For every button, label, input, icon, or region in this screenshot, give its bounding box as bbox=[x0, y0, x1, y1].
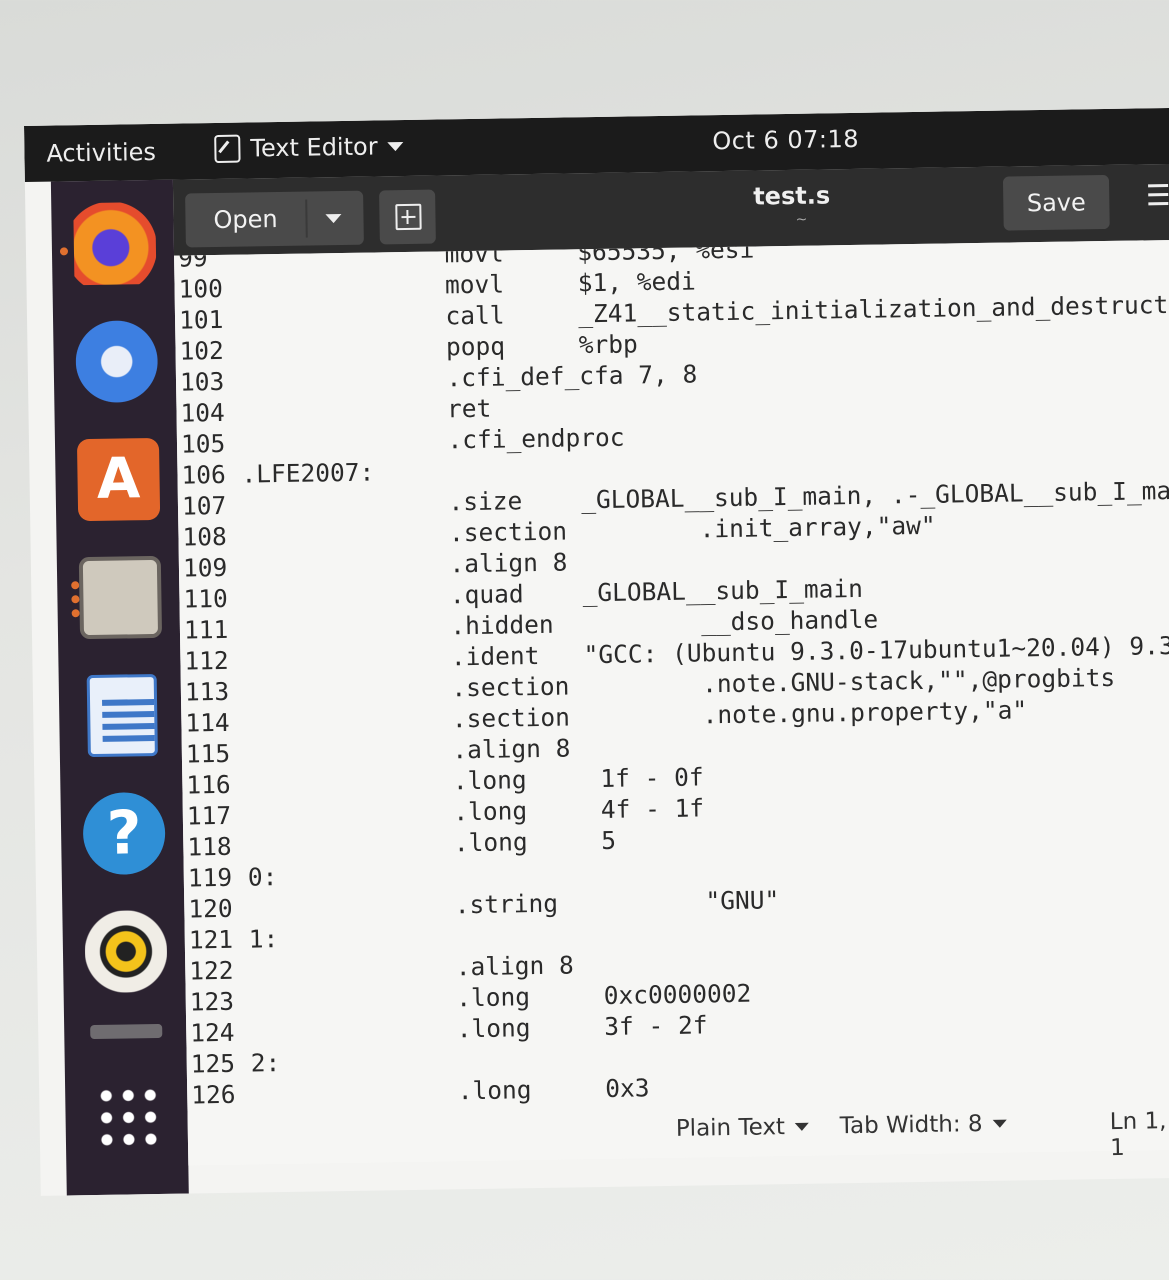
running-indicator bbox=[71, 581, 80, 590]
screen: Activities Text Editor Oct 6 07:18 A ? O… bbox=[24, 107, 1169, 1196]
software-icon[interactable]: A bbox=[76, 437, 161, 522]
line-number: 116 bbox=[186, 769, 231, 800]
code-text: .long 5 bbox=[247, 825, 617, 861]
activities-button[interactable]: Activities bbox=[46, 138, 156, 168]
chevron-down-icon bbox=[794, 1122, 810, 1132]
hamburger-menu-icon[interactable] bbox=[1141, 178, 1169, 219]
code-text: .long 4f - 1f bbox=[246, 793, 705, 830]
code-text: .align 8 bbox=[245, 733, 571, 768]
code-text: 0: bbox=[247, 862, 278, 892]
line-number: 115 bbox=[185, 738, 231, 769]
code-text: .long 1f - 0f bbox=[246, 762, 704, 799]
new-tab-icon bbox=[395, 203, 422, 231]
tab-width-selector[interactable]: Tab Width: 8 bbox=[839, 1111, 1007, 1140]
code-text: popq %rbp bbox=[239, 329, 638, 365]
help-icon[interactable]: ? bbox=[82, 791, 166, 876]
line-number: 109 bbox=[182, 552, 228, 583]
code-text: .string "GNU" bbox=[248, 885, 780, 923]
code-text: 1: bbox=[248, 924, 279, 954]
line-number: 107 bbox=[181, 490, 227, 521]
chevron-down-icon bbox=[387, 141, 404, 151]
language-label: Plain Text bbox=[675, 1114, 786, 1142]
dock-separator bbox=[90, 1023, 163, 1040]
document-path: ~ bbox=[795, 211, 808, 228]
app-menu[interactable]: Text Editor bbox=[214, 132, 404, 164]
divider bbox=[305, 199, 308, 238]
line-number: 122 bbox=[189, 955, 234, 986]
code-text: movl $1, %edi bbox=[238, 266, 697, 303]
language-selector[interactable]: Plain Text bbox=[676, 1114, 810, 1142]
line-number: 118 bbox=[187, 831, 232, 862]
line-number: 117 bbox=[186, 800, 232, 831]
line-number: 112 bbox=[184, 645, 229, 676]
code-text: 2: bbox=[250, 1048, 281, 1078]
open-button-label: Open bbox=[213, 205, 278, 235]
line-number: 101 bbox=[178, 304, 224, 335]
line-number: 100 bbox=[178, 273, 224, 304]
code-text: ret bbox=[240, 393, 492, 427]
firefox-icon[interactable] bbox=[73, 201, 157, 286]
code-text: .align 8 bbox=[249, 950, 574, 985]
code-text: .long 3f - 2f bbox=[250, 1010, 708, 1047]
chevron-down-icon[interactable] bbox=[325, 214, 342, 224]
code-text: .cfi_endproc bbox=[240, 422, 625, 458]
line-number: 125 bbox=[190, 1048, 236, 1079]
running-indicator bbox=[59, 247, 69, 256]
line-number: 105 bbox=[180, 428, 226, 459]
line-number: 104 bbox=[180, 397, 226, 428]
cursor-position[interactable]: Ln 1, Col 1 bbox=[1110, 1107, 1169, 1161]
line-number: 121 bbox=[188, 924, 234, 955]
tab-width-label: Tab Width: 8 bbox=[839, 1111, 983, 1140]
chevron-down-icon bbox=[992, 1119, 1007, 1128]
open-button[interactable]: Open bbox=[185, 190, 364, 248]
writer-icon[interactable] bbox=[86, 673, 158, 758]
running-indicator bbox=[71, 595, 80, 604]
app-menu-label: Text Editor bbox=[250, 132, 378, 163]
line-number: 114 bbox=[185, 707, 230, 738]
line-number: 106 bbox=[181, 459, 226, 490]
line-number: 113 bbox=[184, 676, 230, 707]
document-title: test.s bbox=[752, 181, 831, 211]
new-document-button[interactable] bbox=[379, 189, 436, 245]
clock[interactable]: Oct 6 07:18 bbox=[712, 125, 859, 155]
line-number: 110 bbox=[183, 583, 228, 614]
code-text: .size _GLOBAL__sub_I_main, .-_GLOBAL__su… bbox=[241, 475, 1169, 520]
text-editor-icon bbox=[214, 134, 241, 164]
save-button[interactable]: Save bbox=[1002, 174, 1110, 231]
code-text: .cfi_def_cfa 7, 8 bbox=[239, 359, 698, 396]
rhythmbox-icon[interactable] bbox=[84, 909, 168, 994]
text-view[interactable]: 99 movl $65535, %esi 100 movl $1, %edi 101… bbox=[174, 239, 1169, 1116]
line-number: 108 bbox=[182, 521, 227, 552]
line-number: 126 bbox=[191, 1079, 236, 1110]
thunderbird-icon[interactable] bbox=[75, 319, 159, 404]
line-number: 120 bbox=[188, 893, 233, 924]
app-grid-icon[interactable] bbox=[95, 1083, 163, 1151]
line-number: 124 bbox=[190, 1017, 235, 1048]
line-number: 119 bbox=[187, 862, 233, 893]
code-text: .LFE2007: bbox=[241, 457, 375, 489]
dock: A ? bbox=[50, 179, 189, 1196]
code-text: .long 0x3 bbox=[251, 1073, 650, 1109]
line-number: 111 bbox=[183, 614, 229, 645]
line-number: 103 bbox=[179, 366, 225, 397]
line-number: 102 bbox=[179, 335, 225, 366]
line-number: 123 bbox=[189, 986, 235, 1017]
code-text: .align 8 bbox=[242, 547, 568, 582]
running-indicator bbox=[71, 609, 80, 618]
files-icon[interactable] bbox=[78, 555, 163, 640]
